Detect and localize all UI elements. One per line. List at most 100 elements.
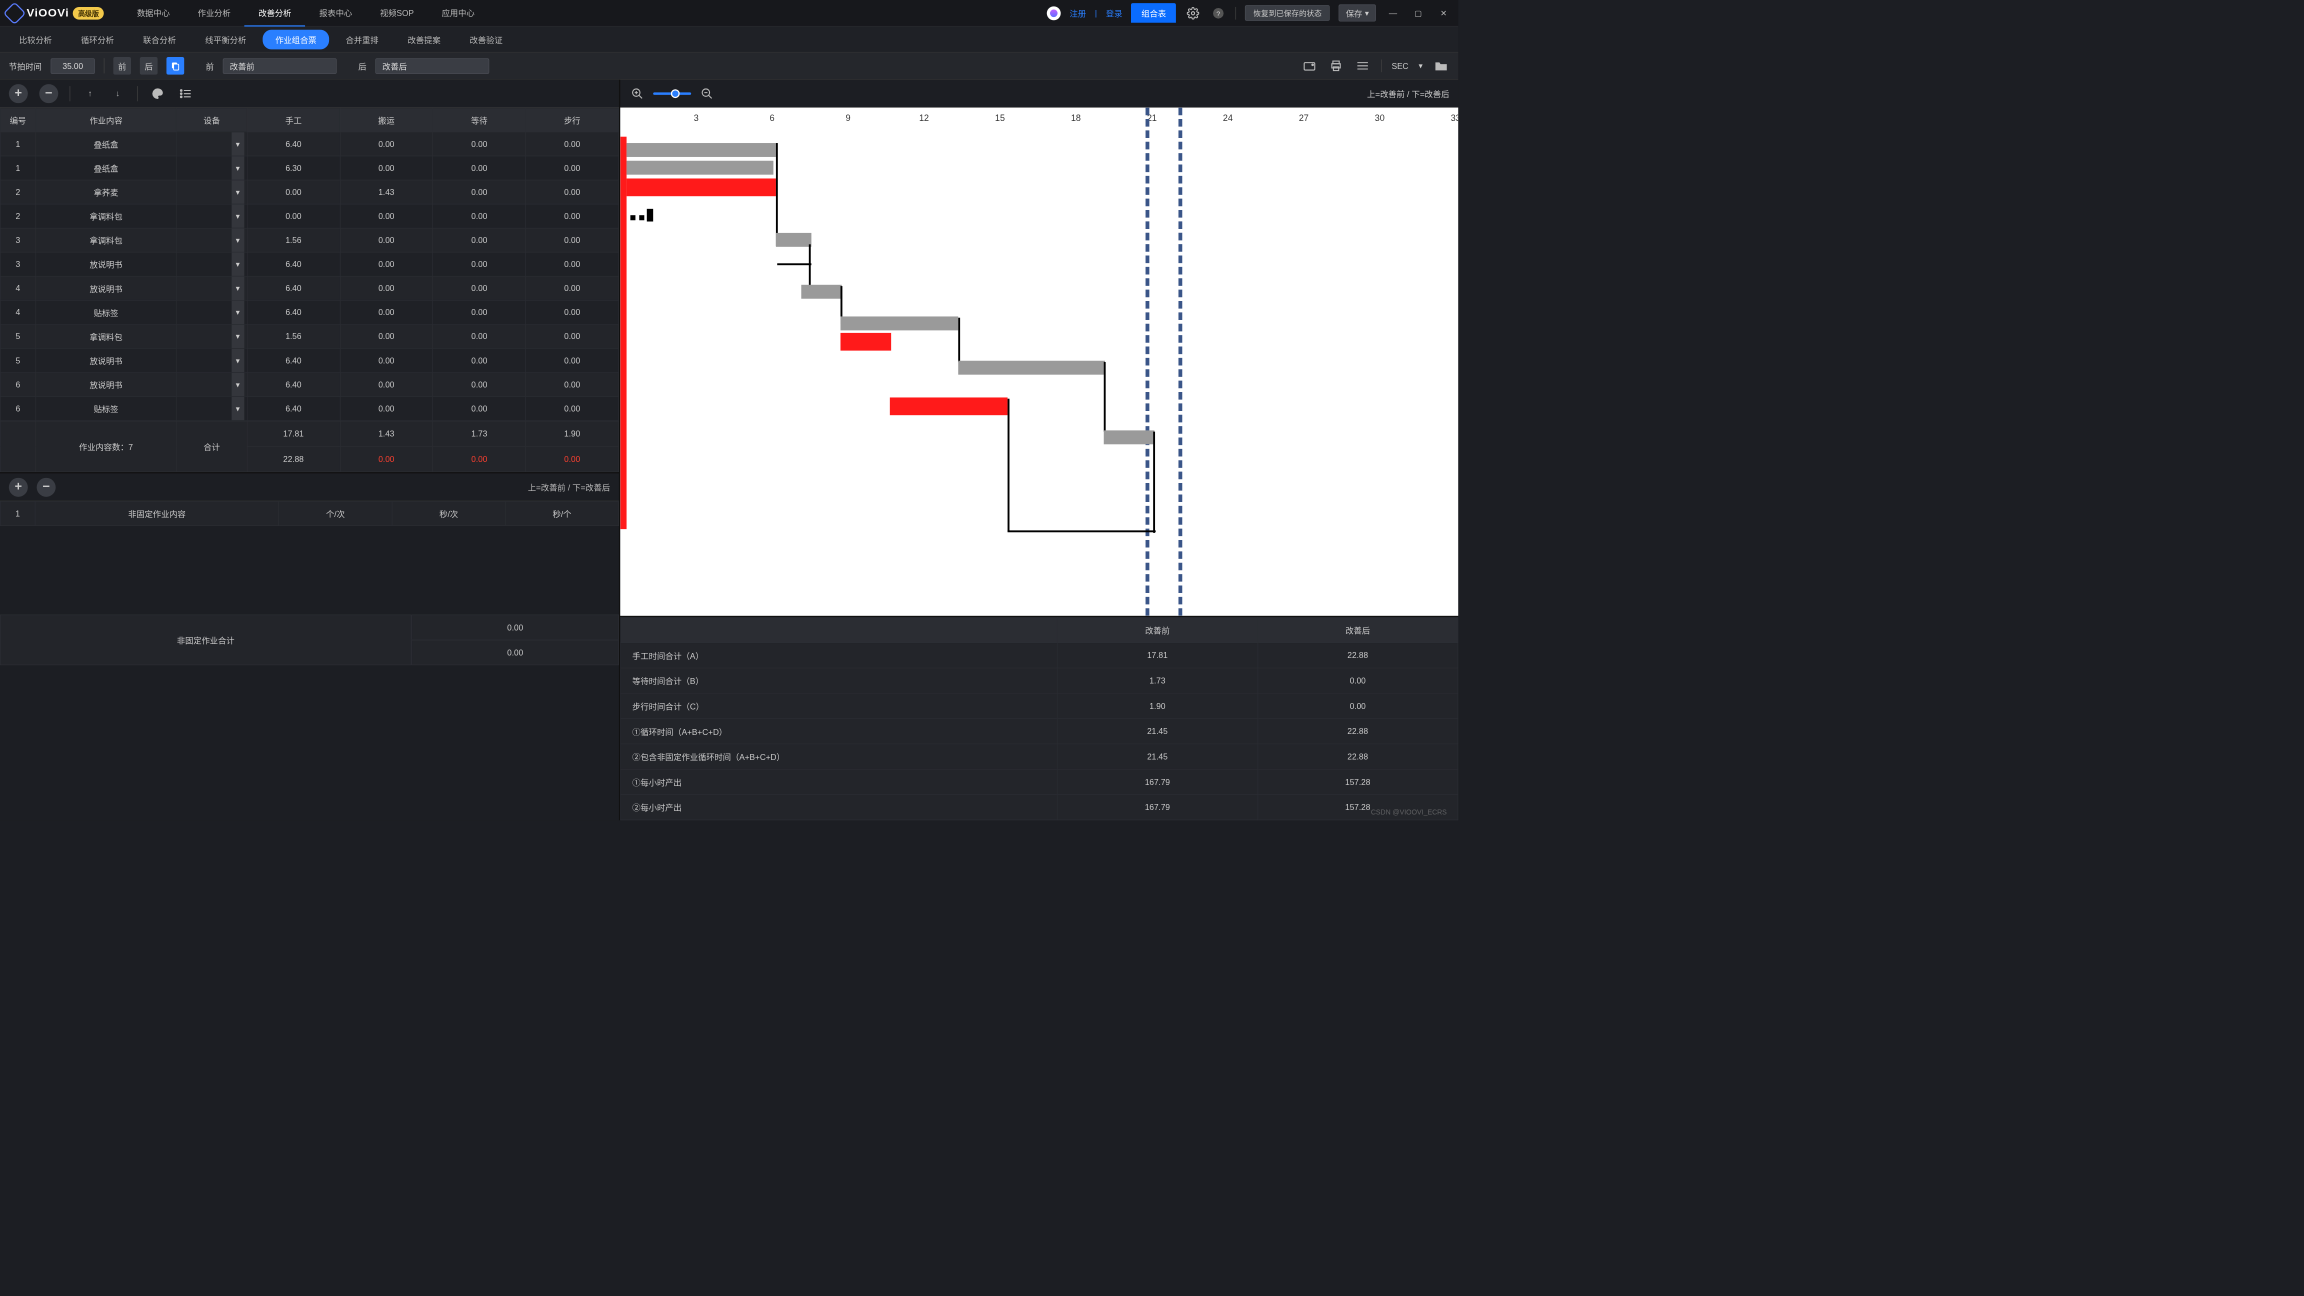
step-v4 bbox=[958, 318, 960, 362]
zoom-slider[interactable] bbox=[653, 92, 691, 95]
gear-icon[interactable] bbox=[1185, 5, 1201, 21]
list-icon[interactable] bbox=[177, 85, 193, 101]
cell-device: ▾ bbox=[177, 228, 247, 252]
summary-label: ①循环时间（A+B+C+D） bbox=[621, 719, 1058, 744]
bar-gray-1 bbox=[627, 143, 776, 157]
chevron-down-icon[interactable]: ▾ bbox=[231, 277, 244, 300]
remove-button[interactable]: − bbox=[39, 84, 58, 103]
cell-device: ▾ bbox=[177, 252, 247, 276]
restore-button[interactable]: 恢复到已保存的状态 bbox=[1245, 5, 1330, 21]
cell-wait: 0.00 bbox=[433, 132, 526, 156]
logo: ViOOVi 高级版 bbox=[6, 5, 104, 21]
nf-legend: 上=改善前 / 下=改善后 bbox=[528, 481, 610, 493]
nf-remove-button[interactable]: − bbox=[37, 478, 56, 497]
login-link[interactable]: 登录 bbox=[1106, 7, 1122, 19]
table-row[interactable]: 6放说明书▾6.400.000.000.00 bbox=[0, 372, 618, 396]
step-v6 bbox=[1153, 432, 1155, 533]
arrow-down-icon[interactable]: ↓ bbox=[109, 85, 125, 101]
table-row[interactable]: 6贴标签▾6.400.000.000.00 bbox=[0, 397, 618, 421]
arrow-up-icon[interactable]: ↑ bbox=[82, 85, 98, 101]
sub-tab-3[interactable]: 线平衡分析 bbox=[192, 29, 258, 49]
watermark: CSDN @VIOOVI_ECRS bbox=[1371, 809, 1447, 817]
folder-icon[interactable] bbox=[1433, 58, 1449, 74]
slider-handle[interactable] bbox=[671, 89, 680, 98]
chevron-down-icon[interactable]: ▾ bbox=[1419, 61, 1423, 71]
table-row[interactable]: 3放说明书▾6.400.000.000.00 bbox=[0, 252, 618, 276]
help-icon[interactable]: ? bbox=[1210, 5, 1226, 21]
input-before[interactable] bbox=[223, 58, 337, 74]
zoom-out-icon[interactable] bbox=[699, 85, 715, 101]
summary-before: 17.81 bbox=[1057, 643, 1257, 668]
cell-no: 1 bbox=[0, 156, 35, 180]
chevron-down-icon[interactable]: ▾ bbox=[231, 397, 244, 420]
table-row[interactable]: 2拿荞麦▾0.001.430.000.00 bbox=[0, 180, 618, 204]
print-icon[interactable] bbox=[1328, 58, 1344, 74]
minimize-icon[interactable]: — bbox=[1385, 5, 1401, 21]
table-row[interactable]: 5放说明书▾6.400.000.000.00 bbox=[0, 348, 618, 372]
nf-add-button[interactable]: + bbox=[9, 478, 28, 497]
before-frame-icon[interactable]: 前 bbox=[113, 57, 131, 75]
nf-percount: 个/次 bbox=[279, 502, 392, 526]
sub-tab-5[interactable]: 合并重排 bbox=[333, 29, 391, 49]
sub-tab-2[interactable]: 联合分析 bbox=[130, 29, 188, 49]
menu-icon[interactable] bbox=[1354, 58, 1370, 74]
cell-no: 3 bbox=[0, 228, 35, 252]
cell-device: ▾ bbox=[177, 276, 247, 300]
sec-label: SEC bbox=[1392, 61, 1409, 70]
sub-tab-4[interactable]: 作业组合票 bbox=[263, 29, 329, 49]
copy-icon[interactable] bbox=[166, 57, 184, 75]
combo-tab[interactable]: 组合表 bbox=[1131, 3, 1176, 23]
palette-icon[interactable] bbox=[149, 85, 165, 101]
save-button[interactable]: 保存▾ bbox=[1339, 4, 1376, 21]
cell-move: 0.00 bbox=[340, 324, 433, 348]
main-tab-2[interactable]: 改善分析 bbox=[245, 0, 306, 26]
table-row[interactable]: 1叠纸盒▾6.300.000.000.00 bbox=[0, 156, 618, 180]
main-tab-5[interactable]: 应用中心 bbox=[428, 0, 489, 26]
table-row[interactable]: 3拿调料包▾1.560.000.000.00 bbox=[0, 228, 618, 252]
table-row[interactable]: 5拿调料包▾1.560.000.000.00 bbox=[0, 324, 618, 348]
chevron-down-icon[interactable]: ▾ bbox=[231, 132, 244, 155]
sub-tab-7[interactable]: 改善验证 bbox=[457, 29, 515, 49]
chevron-down-icon[interactable]: ▾ bbox=[231, 325, 244, 348]
after-frame-icon[interactable]: 后 bbox=[140, 57, 158, 75]
main-tab-3[interactable]: 报表中心 bbox=[305, 0, 366, 26]
cell-move: 0.00 bbox=[340, 300, 433, 324]
chevron-down-icon[interactable]: ▾ bbox=[231, 253, 244, 276]
main-tab-4[interactable]: 视频SOP bbox=[366, 0, 428, 26]
chevron-down-icon[interactable]: ▾ bbox=[231, 349, 244, 372]
zoom-in-icon[interactable] bbox=[629, 85, 645, 101]
cell-content: 贴标签 bbox=[36, 300, 177, 324]
chevron-down-icon[interactable]: ▾ bbox=[231, 228, 244, 251]
chevron-down-icon[interactable]: ▾ bbox=[231, 204, 244, 227]
close-icon[interactable]: ✕ bbox=[1435, 5, 1451, 21]
cell-walk: 0.00 bbox=[526, 228, 619, 252]
screenshot-icon[interactable] bbox=[1301, 58, 1317, 74]
sub-tab-0[interactable]: 比较分析 bbox=[6, 29, 64, 49]
chevron-down-icon[interactable]: ▾ bbox=[231, 301, 244, 324]
th-manual: 手工 bbox=[247, 108, 340, 132]
chevron-down-icon[interactable]: ▾ bbox=[231, 180, 244, 203]
input-after[interactable] bbox=[375, 58, 489, 74]
register-link[interactable]: 注册 bbox=[1070, 7, 1086, 19]
sub-tab-1[interactable]: 循环分析 bbox=[68, 29, 126, 49]
col-before: 改善前 bbox=[1057, 617, 1257, 642]
main-tab-0[interactable]: 数据中心 bbox=[123, 0, 184, 26]
summary-row: ①循环时间（A+B+C+D）21.4522.88 bbox=[621, 719, 1458, 744]
table-row[interactable]: 2拿调料包▾0.000.000.000.00 bbox=[0, 204, 618, 228]
summary-label: ②包含非固定作业循环时间（A+B+C+D） bbox=[621, 744, 1058, 769]
sub-tab-6[interactable]: 改善提案 bbox=[395, 29, 453, 49]
table-row[interactable]: 4贴标签▾6.400.000.000.00 bbox=[0, 300, 618, 324]
table-row[interactable]: 1叠纸盒▾6.400.000.000.00 bbox=[0, 132, 618, 156]
maximize-icon[interactable]: ▢ bbox=[1410, 5, 1426, 21]
cell-device: ▾ bbox=[177, 132, 247, 156]
summary-row: ②包含非固定作业循环时间（A+B+C+D）21.4522.88 bbox=[621, 744, 1458, 769]
takt-input[interactable] bbox=[51, 58, 95, 74]
chevron-down-icon[interactable]: ▾ bbox=[231, 373, 244, 396]
chevron-down-icon[interactable]: ▾ bbox=[231, 156, 244, 179]
cell-walk: 0.00 bbox=[526, 252, 619, 276]
main-tab-1[interactable]: 作业分析 bbox=[184, 0, 245, 26]
nf-secperpiece: 秒/个 bbox=[505, 502, 618, 526]
user-badge-icon[interactable] bbox=[1047, 6, 1061, 20]
add-button[interactable]: + bbox=[9, 84, 28, 103]
table-row[interactable]: 4放说明书▾6.400.000.000.00 bbox=[0, 276, 618, 300]
